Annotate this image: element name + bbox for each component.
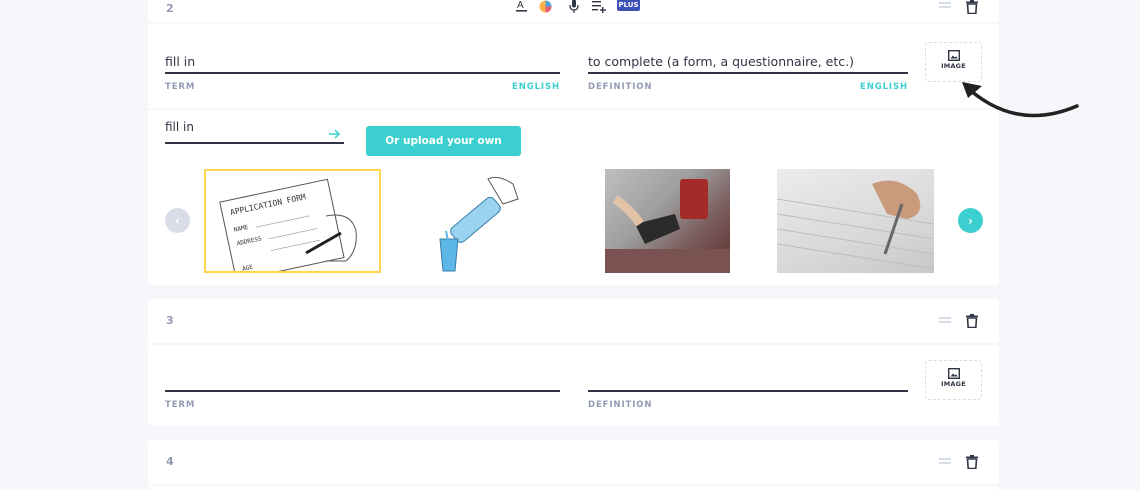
image-result-pouring-water[interactable] [418, 169, 528, 273]
definition-label: DEFINITION [588, 400, 653, 410]
card-header: 4 [148, 440, 999, 486]
add-image-button[interactable]: IMAGE [925, 42, 982, 82]
image-search-panel: fill in Or upload your own image ‹ › APP… [148, 108, 999, 287]
term-language[interactable]: ENGLISH [488, 82, 560, 92]
card-header: 3 [148, 299, 999, 345]
upload-image-button[interactable]: Or upload your own image [366, 126, 521, 177]
term-underline [165, 72, 560, 74]
drag-handle-icon[interactable] [939, 317, 951, 323]
annotation-arrow [960, 78, 1085, 123]
card-header: 2 A PLUS [148, 0, 999, 24]
drag-handle-icon[interactable] [939, 2, 951, 8]
image-result-application-form[interactable]: APPLICATION FORM NAME ADDRESS AGE [204, 169, 381, 273]
image-search-input[interactable]: fill in [165, 120, 194, 134]
card-2: 2 A PLUS fill in TERM ENGLISH to complet… [148, 0, 999, 285]
definition-input[interactable]: to complete (a form, a questionnaire, et… [588, 54, 854, 69]
image-icon [947, 50, 960, 61]
definition-language[interactable]: ENGLISH [836, 82, 908, 92]
card-3: 3 TERM DEFINITION IMAGE [148, 299, 999, 426]
trash-icon[interactable] [966, 0, 980, 15]
definition-underline [588, 390, 908, 392]
chevron-left-icon[interactable]: ‹ [165, 208, 190, 233]
arrow-right-icon[interactable] [329, 124, 341, 143]
trash-icon[interactable] [966, 454, 980, 470]
term-underline [165, 390, 560, 392]
image-result-gas-pump[interactable] [605, 169, 730, 273]
image-icon [947, 368, 960, 379]
add-list-icon[interactable] [592, 0, 606, 17]
svg-text:A: A [517, 0, 524, 11]
definition-label: DEFINITION [588, 82, 653, 92]
term-label: TERM [165, 400, 196, 410]
image-button-label: IMAGE [941, 380, 966, 388]
term-input[interactable]: fill in [165, 54, 195, 69]
trash-icon[interactable] [966, 313, 980, 329]
card-number: 4 [166, 455, 174, 468]
term-label: TERM [165, 82, 196, 92]
chevron-right-icon[interactable]: › [958, 208, 983, 233]
svg-text:AGE: AGE [242, 264, 254, 271]
card-number: 2 [166, 2, 174, 15]
image-search-underline [165, 142, 344, 144]
image-result-signing-document[interactable] [777, 169, 934, 273]
card-number: 3 [166, 314, 174, 327]
image-button-label: IMAGE [941, 62, 966, 70]
add-image-button[interactable]: IMAGE [925, 360, 982, 400]
mic-icon[interactable] [569, 0, 579, 17]
text-format-icon[interactable]: A [516, 0, 527, 17]
color-picker-icon[interactable] [539, 0, 552, 17]
drag-handle-icon[interactable] [939, 458, 951, 464]
plus-badge: PLUS [617, 0, 640, 11]
card-4: 4 [148, 440, 999, 490]
definition-underline [588, 72, 908, 74]
